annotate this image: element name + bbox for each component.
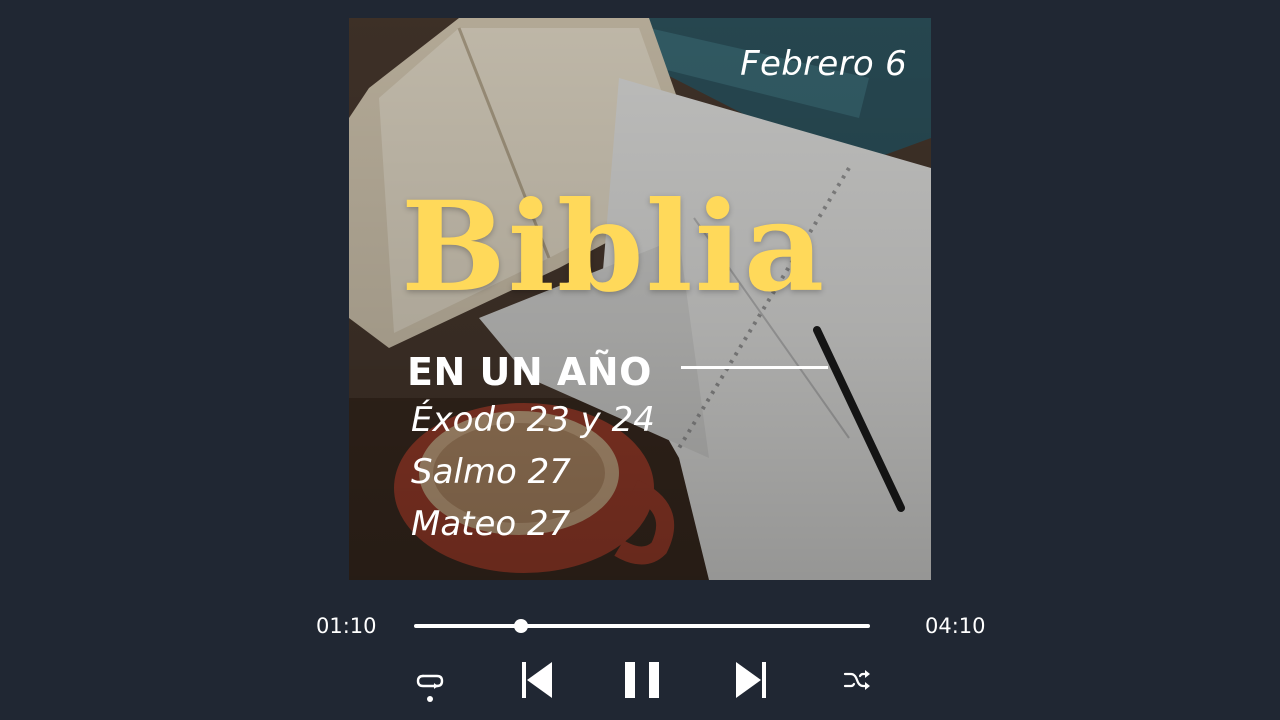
elapsed-time: 01:10 <box>316 614 377 638</box>
reading-item: Salmo 27 <box>411 452 571 492</box>
shuffle-button[interactable] <box>843 668 871 692</box>
pause-icon <box>625 662 659 698</box>
repeat-icon <box>416 674 444 702</box>
reading-date: Febrero 6 <box>740 44 907 84</box>
skip-next-icon <box>736 662 766 698</box>
next-button[interactable] <box>734 660 768 700</box>
skip-previous-icon <box>522 662 552 698</box>
shuffle-icon <box>843 670 870 690</box>
reading-list: Éxodo 23 y 24 Salmo 27 Mateo 27 <box>411 394 655 550</box>
pause-button[interactable] <box>623 660 661 700</box>
cover-title: Biblia <box>401 175 827 320</box>
repeat-button[interactable] <box>414 666 446 704</box>
reading-item: Éxodo 23 y 24 <box>411 400 655 440</box>
cover-subtitle: EN UN AÑO <box>407 350 652 394</box>
progress-knob[interactable] <box>514 619 529 633</box>
previous-button[interactable] <box>520 660 554 700</box>
progress-bar[interactable] <box>414 619 870 633</box>
album-cover: Febrero 6 Biblia EN UN AÑO Éxodo 23 y 24… <box>349 18 931 580</box>
reading-item: Mateo 27 <box>411 504 571 544</box>
subtitle-divider <box>681 366 828 369</box>
total-time: 04:10 <box>925 614 986 638</box>
